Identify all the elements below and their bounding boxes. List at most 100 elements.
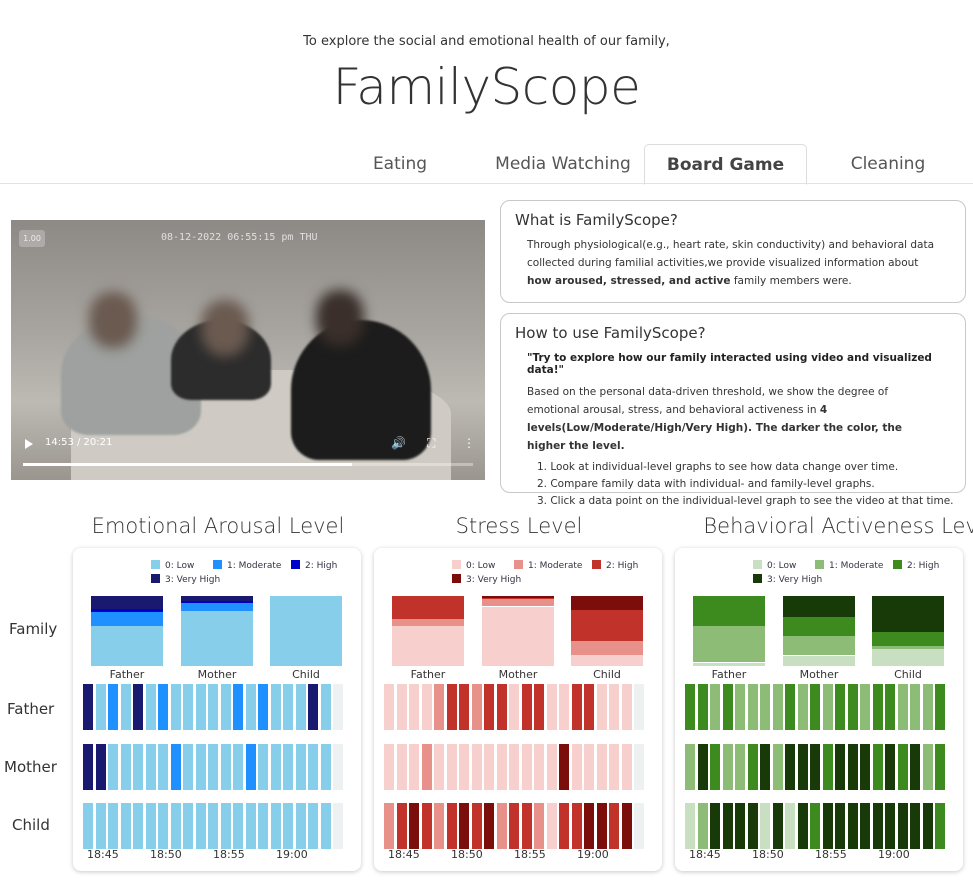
individual-cell-child[interactable] <box>735 803 746 849</box>
individual-cell-mother[interactable] <box>609 744 620 790</box>
individual-cell-mother[interactable] <box>245 744 256 790</box>
individual-cell-child[interactable] <box>609 803 620 849</box>
individual-cell-child[interactable] <box>133 803 144 849</box>
individual-cell-mother[interactable] <box>885 744 896 790</box>
individual-cell-child[interactable] <box>810 803 821 849</box>
individual-cell-father[interactable] <box>897 684 908 730</box>
individual-cell-mother[interactable] <box>922 744 933 790</box>
individual-cell-father[interactable] <box>935 684 946 730</box>
individual-cell-father[interactable] <box>822 684 833 730</box>
individual-cell-father[interactable] <box>183 684 194 730</box>
individual-cell-mother[interactable] <box>459 744 470 790</box>
individual-cell-father[interactable] <box>459 684 470 730</box>
individual-cell-mother[interactable] <box>810 744 821 790</box>
tab-eating[interactable]: Eating <box>340 144 460 184</box>
individual-cell-mother[interactable] <box>621 744 632 790</box>
individual-cell-child[interactable] <box>922 803 933 849</box>
individual-cell-mother[interactable] <box>484 744 495 790</box>
individual-cell-child[interactable] <box>220 803 231 849</box>
individual-cell-mother[interactable] <box>596 744 607 790</box>
individual-cell-mother[interactable] <box>308 744 319 790</box>
individual-cell-father[interactable] <box>835 684 846 730</box>
individual-cell-mother[interactable] <box>120 744 131 790</box>
individual-cell-child[interactable] <box>621 803 632 849</box>
individual-cell-mother[interactable] <box>685 744 696 790</box>
individual-cell-child[interactable] <box>910 803 921 849</box>
individual-cell-mother[interactable] <box>722 744 733 790</box>
individual-cell-mother[interactable] <box>822 744 833 790</box>
individual-cell-father[interactable] <box>710 684 721 730</box>
individual-cell-father[interactable] <box>421 684 432 730</box>
individual-cell-father[interactable] <box>270 684 281 730</box>
individual-cell-mother[interactable] <box>409 744 420 790</box>
individual-cell-father[interactable] <box>785 684 796 730</box>
individual-cell-father[interactable] <box>295 684 306 730</box>
individual-cell-child[interactable] <box>484 803 495 849</box>
individual-cell-father[interactable] <box>735 684 746 730</box>
individual-cell-mother[interactable] <box>797 744 808 790</box>
individual-cell-mother[interactable] <box>108 744 119 790</box>
individual-cell-child[interactable] <box>496 803 507 849</box>
individual-cell-father[interactable] <box>120 684 131 730</box>
individual-cell-father[interactable] <box>446 684 457 730</box>
individual-cell-father[interactable] <box>434 684 445 730</box>
individual-cell-child[interactable] <box>295 803 306 849</box>
individual-cell-father[interactable] <box>885 684 896 730</box>
individual-cell-mother[interactable] <box>897 744 908 790</box>
individual-cell-mother[interactable] <box>910 744 921 790</box>
individual-cell-child[interactable] <box>471 803 482 849</box>
individual-cell-father[interactable] <box>722 684 733 730</box>
individual-cell-child[interactable] <box>584 803 595 849</box>
individual-cell-child[interactable] <box>258 803 269 849</box>
individual-cell-child[interactable] <box>120 803 131 849</box>
individual-cell-father[interactable] <box>170 684 181 730</box>
individual-cell-father[interactable] <box>484 684 495 730</box>
individual-cell-father[interactable] <box>258 684 269 730</box>
individual-cell-mother[interactable] <box>785 744 796 790</box>
individual-cell-child[interactable] <box>785 803 796 849</box>
individual-cell-father[interactable] <box>797 684 808 730</box>
individual-cell-child[interactable] <box>534 803 545 849</box>
individual-cell-mother[interactable] <box>295 744 306 790</box>
individual-cell-father[interactable] <box>283 684 294 730</box>
video-player[interactable]: 08-12-2022 06:55:15 pm THU 1.00 14:53 / … <box>11 220 485 480</box>
individual-cell-child[interactable] <box>747 803 758 849</box>
individual-cell-child[interactable] <box>183 803 194 849</box>
individual-cell-father[interactable] <box>195 684 206 730</box>
individual-cell-father[interactable] <box>685 684 696 730</box>
individual-cell-child[interactable] <box>935 803 946 849</box>
individual-cell-mother[interactable] <box>471 744 482 790</box>
individual-cell-child[interactable] <box>822 803 833 849</box>
individual-cell-father[interactable] <box>384 684 395 730</box>
individual-cell-mother[interactable] <box>772 744 783 790</box>
individual-cell-father[interactable] <box>396 684 407 730</box>
individual-cell-father[interactable] <box>584 684 595 730</box>
individual-cell-father[interactable] <box>922 684 933 730</box>
individual-cell-mother[interactable] <box>320 744 331 790</box>
individual-cell-mother[interactable] <box>396 744 407 790</box>
individual-cell-child[interactable] <box>108 803 119 849</box>
individual-cell-father[interactable] <box>571 684 582 730</box>
individual-cell-father[interactable] <box>546 684 557 730</box>
individual-cell-mother[interactable] <box>158 744 169 790</box>
individual-cell-mother[interactable] <box>872 744 883 790</box>
individual-cell-father[interactable] <box>596 684 607 730</box>
individual-cell-child[interactable] <box>195 803 206 849</box>
tab-cleaning[interactable]: Cleaning <box>807 144 969 184</box>
individual-cell-mother[interactable] <box>384 744 395 790</box>
individual-cell-mother[interactable] <box>446 744 457 790</box>
individual-cell-child[interactable] <box>710 803 721 849</box>
individual-cell-father[interactable] <box>233 684 244 730</box>
individual-cell-mother[interactable] <box>534 744 545 790</box>
individual-cell-child[interactable] <box>559 803 570 849</box>
individual-cell-child[interactable] <box>434 803 445 849</box>
individual-cell-child[interactable] <box>320 803 331 849</box>
individual-cell-child[interactable] <box>158 803 169 849</box>
individual-cell-mother[interactable] <box>133 744 144 790</box>
individual-cell-mother[interactable] <box>208 744 219 790</box>
individual-cell-child[interactable] <box>409 803 420 849</box>
tab-media-watching[interactable]: Media Watching <box>482 144 644 184</box>
individual-cell-father[interactable] <box>872 684 883 730</box>
video-progress-bar[interactable] <box>23 463 473 466</box>
individual-cell-mother[interactable] <box>546 744 557 790</box>
